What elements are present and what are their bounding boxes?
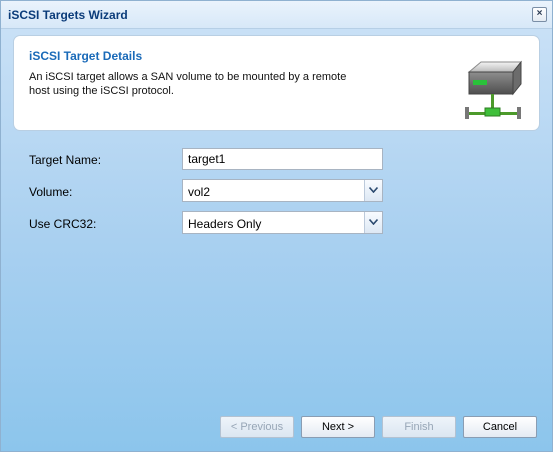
header-title: iSCSI Target Details xyxy=(29,49,143,63)
cancel-button[interactable]: Cancel xyxy=(463,416,537,438)
previous-button[interactable]: < Previous xyxy=(220,416,294,438)
target-name-input[interactable] xyxy=(182,148,383,170)
header-description: An iSCSI target allows a SAN volume to b… xyxy=(29,71,347,97)
target-name-label: Target Name: xyxy=(29,153,102,167)
next-button[interactable]: Next > xyxy=(301,416,375,438)
details-header-panel: iSCSI Target Details An iSCSI target all… xyxy=(13,35,540,131)
chevron-down-icon[interactable] xyxy=(364,212,382,233)
volume-selected-value: vol2 xyxy=(188,185,211,199)
chevron-down-icon[interactable] xyxy=(364,180,382,201)
title-bar: iSCSI Targets Wizard × xyxy=(1,1,552,29)
volume-label: Volume: xyxy=(29,185,73,199)
network-storage-icon xyxy=(463,48,525,126)
crc32-label: Use CRC32: xyxy=(29,217,97,231)
crc32-select[interactable]: Headers Only xyxy=(182,211,383,234)
volume-select[interactable]: vol2 xyxy=(182,179,383,202)
crc32-selected-value: Headers Only xyxy=(188,217,262,231)
finish-button[interactable]: Finish xyxy=(382,416,456,438)
wizard-window: iSCSI Targets Wizard × iSCSI Target Deta… xyxy=(0,0,553,452)
close-icon[interactable]: × xyxy=(532,7,547,22)
window-title: iSCSI Targets Wizard xyxy=(8,8,128,22)
